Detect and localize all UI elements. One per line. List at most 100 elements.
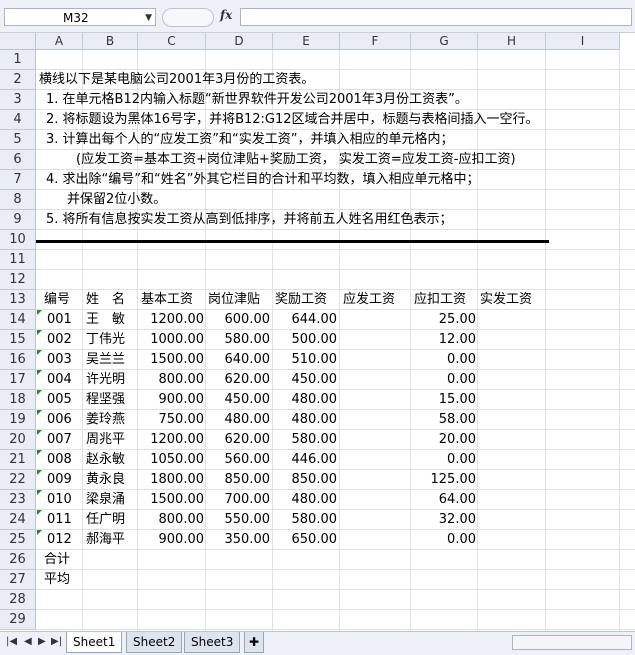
employee-id[interactable]: 006 [47, 410, 72, 430]
formula-input[interactable] [240, 8, 632, 26]
base-salary[interactable]: 900.00 [138, 530, 205, 550]
deduction[interactable]: 20.00 [411, 430, 476, 450]
deduction[interactable]: 0.00 [411, 530, 476, 550]
first-sheet-icon[interactable]: |◀ [6, 636, 17, 647]
tab-sheet1[interactable]: Sheet1 [66, 632, 123, 653]
row-header-1[interactable]: 1 [0, 50, 36, 70]
employee-name[interactable]: 许光明 [86, 370, 125, 390]
employee-name[interactable]: 吴兰兰 [86, 350, 125, 370]
deduction[interactable]: 64.00 [411, 490, 476, 510]
bonus[interactable]: 446.00 [273, 450, 338, 470]
allowance[interactable]: 350.00 [206, 530, 271, 550]
chevron-down-icon[interactable]: ▼ [145, 9, 152, 27]
allowance[interactable]: 580.00 [206, 330, 271, 350]
row-header-16[interactable]: 16 [0, 350, 36, 370]
row-header-5[interactable]: 5 [0, 130, 36, 150]
bonus[interactable]: 850.00 [273, 470, 338, 490]
row-header-19[interactable]: 19 [0, 410, 36, 430]
last-sheet-icon[interactable]: ▶| [51, 636, 62, 647]
base-salary[interactable]: 900.00 [138, 390, 205, 410]
employee-id[interactable]: 003 [47, 350, 72, 370]
allowance[interactable]: 620.00 [206, 370, 271, 390]
employee-id[interactable]: 008 [47, 450, 72, 470]
employee-name[interactable]: 姜玲燕 [86, 410, 125, 430]
row-header-23[interactable]: 23 [0, 490, 36, 510]
insert-function-icon[interactable]: fx [220, 8, 232, 22]
row-header-13[interactable]: 13 [0, 290, 36, 310]
bonus[interactable]: 480.00 [273, 490, 338, 510]
allowance[interactable]: 700.00 [206, 490, 271, 510]
allowance[interactable]: 480.00 [206, 410, 271, 430]
column-header-a[interactable]: A [36, 33, 83, 50]
bonus[interactable]: 510.00 [273, 350, 338, 370]
row-header-2[interactable]: 2 [0, 70, 36, 90]
employee-name[interactable]: 赵永敏 [86, 450, 125, 470]
base-salary[interactable]: 750.00 [138, 410, 205, 430]
bonus[interactable]: 580.00 [273, 430, 338, 450]
cancel-enter-icon[interactable] [162, 8, 214, 27]
row-header-15[interactable]: 15 [0, 330, 36, 350]
employee-id[interactable]: 001 [47, 310, 72, 330]
prev-sheet-icon[interactable]: ◀ [24, 636, 32, 647]
row-header-28[interactable]: 28 [0, 590, 36, 610]
base-salary[interactable]: 1000.00 [138, 330, 204, 350]
row-header-7[interactable]: 7 [0, 170, 36, 190]
row-header-14[interactable]: 14 [0, 310, 36, 330]
allowance[interactable]: 850.00 [206, 470, 271, 490]
row-header-27[interactable]: 27 [0, 570, 36, 590]
deduction[interactable]: 125.00 [411, 470, 477, 490]
employee-name[interactable]: 程坚强 [86, 390, 125, 410]
employee-id[interactable]: 009 [47, 470, 72, 490]
next-sheet-icon[interactable]: ▶ [38, 636, 46, 647]
row-header-9[interactable]: 9 [0, 210, 36, 230]
base-salary[interactable]: 1500.00 [138, 490, 204, 510]
allowance[interactable]: 600.00 [206, 310, 271, 330]
employee-name[interactable]: 周兆平 [86, 430, 125, 450]
bonus[interactable]: 450.00 [273, 370, 338, 390]
deduction[interactable]: 58.00 [411, 410, 476, 430]
row-header-21[interactable]: 21 [0, 450, 36, 470]
column-header-e[interactable]: E [273, 33, 340, 50]
column-header-f[interactable]: F [340, 33, 411, 50]
base-salary[interactable]: 1050.00 [138, 450, 204, 470]
allowance[interactable]: 640.00 [206, 350, 271, 370]
employee-name[interactable]: 黄永良 [86, 470, 125, 490]
column-header-i[interactable]: I [546, 33, 620, 50]
column-header-d[interactable]: D [206, 33, 273, 50]
column-header-c[interactable]: C [138, 33, 206, 50]
base-salary[interactable]: 1500.00 [138, 350, 204, 370]
deduction[interactable]: 32.00 [411, 510, 476, 530]
allowance[interactable]: 560.00 [206, 450, 271, 470]
employee-name[interactable]: 梁泉涌 [86, 490, 125, 510]
deduction[interactable]: 0.00 [411, 370, 476, 390]
bonus[interactable]: 500.00 [273, 330, 338, 350]
row-header-4[interactable]: 4 [0, 110, 36, 130]
employee-id[interactable]: 010 [47, 490, 72, 510]
horizontal-scrollbar[interactable] [512, 635, 632, 650]
name-box[interactable]: M32 ▼ [4, 8, 156, 26]
employee-id[interactable]: 012 [47, 530, 72, 550]
spreadsheet-grid[interactable]: A B C D E F G H I 1 2 3 4 5 6 7 8 9 10 11 12 13 14 15 16 17 18 19 20… [0, 33, 635, 631]
insert-sheet-icon[interactable]: ✚ [244, 632, 265, 653]
row-header-11[interactable]: 11 [0, 250, 36, 270]
base-salary[interactable]: 800.00 [138, 510, 205, 530]
tab-sheet3[interactable]: Sheet3 [184, 632, 241, 653]
base-salary[interactable]: 1800.00 [138, 470, 204, 490]
row-header-22[interactable]: 22 [0, 470, 36, 490]
allowance[interactable]: 550.00 [206, 510, 271, 530]
employee-id[interactable]: 002 [47, 330, 72, 350]
deduction[interactable]: 15.00 [411, 390, 476, 410]
row-header-12[interactable]: 12 [0, 270, 36, 290]
bonus[interactable]: 644.00 [273, 310, 338, 330]
column-header-h[interactable]: H [478, 33, 546, 50]
employee-id[interactable]: 005 [47, 390, 72, 410]
select-all-corner[interactable] [0, 33, 36, 50]
deduction[interactable]: 12.00 [411, 330, 476, 350]
row-header-3[interactable]: 3 [0, 90, 36, 110]
tab-sheet2[interactable]: Sheet2 [126, 632, 183, 653]
employee-name[interactable]: 郝海平 [86, 530, 125, 550]
deduction[interactable]: 0.00 [411, 450, 476, 470]
column-header-g[interactable]: G [411, 33, 478, 50]
allowance[interactable]: 450.00 [206, 390, 271, 410]
bonus[interactable]: 480.00 [273, 390, 338, 410]
